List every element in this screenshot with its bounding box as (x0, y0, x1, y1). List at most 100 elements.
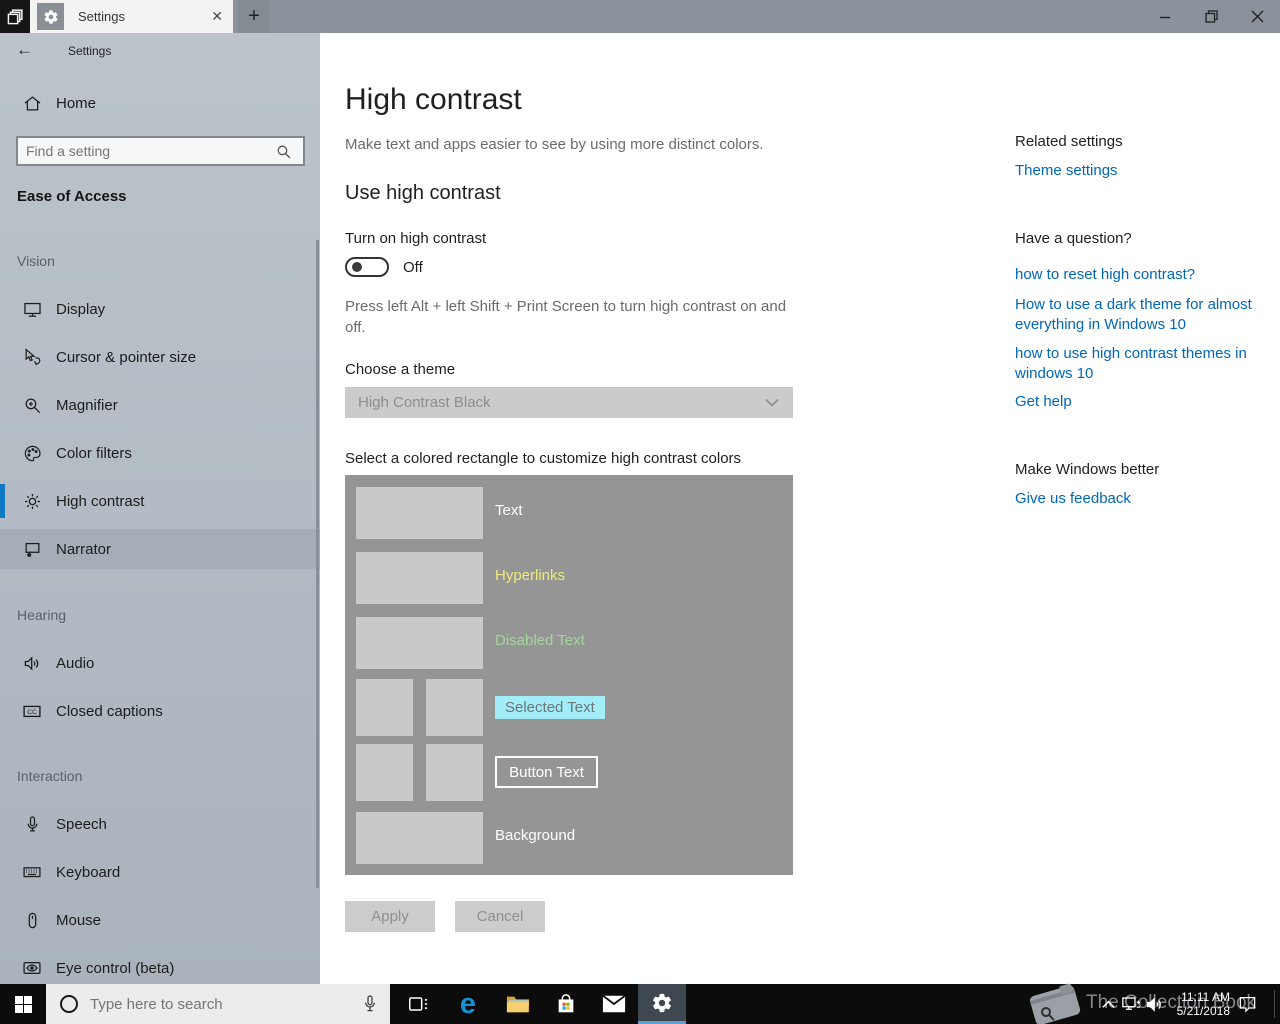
hyperlinks-color-swatch[interactable] (356, 552, 483, 604)
tab-overview-button[interactable] (0, 0, 30, 33)
magnifier-icon (22, 395, 42, 415)
new-tab-button[interactable]: + (238, 0, 270, 33)
taskbar-app-mail[interactable] (590, 984, 638, 1024)
task-view-icon (409, 997, 428, 1011)
hidden-icons-chevron[interactable] (1096, 984, 1120, 1024)
sidebar-item-speech[interactable]: Speech (0, 804, 320, 844)
restore-button[interactable] (1188, 0, 1234, 33)
theme-settings-link[interactable]: Theme settings (1015, 162, 1271, 182)
section-title: Use high contrast (345, 182, 501, 204)
sidebar-item-audio[interactable]: Audio (0, 643, 320, 683)
group-label-vision: Vision (17, 253, 55, 269)
settings-gear-icon (37, 3, 64, 30)
search-icon[interactable] (275, 143, 295, 160)
chevron-down-icon (765, 398, 779, 407)
search-input[interactable] (18, 143, 275, 159)
tab-settings[interactable]: Settings ✕ (30, 0, 233, 33)
button-text-bg-swatch[interactable] (426, 744, 483, 801)
taskbar-mic-icon[interactable] (362, 994, 378, 1014)
sidebar-item-magnifier[interactable]: Magnifier (0, 385, 320, 425)
sidebar-item-display[interactable]: Display (0, 289, 320, 329)
selected-text-bg-swatch[interactable] (426, 679, 483, 736)
find-setting-searchbox[interactable] (16, 136, 305, 166)
question-link-dark-theme[interactable]: How to use a dark theme for almost every… (1015, 295, 1271, 335)
sidebar-item-narrator[interactable]: Narrator (0, 529, 320, 569)
high-contrast-toggle-row: Off (345, 257, 423, 277)
question-link-hc-themes[interactable]: how to use high contrast themes in windo… (1015, 344, 1271, 384)
stacked-tabs-icon (7, 9, 23, 25)
group-label-hearing: Hearing (17, 607, 67, 623)
mouse-icon (22, 910, 42, 930)
taskbar-app-store[interactable] (542, 984, 590, 1024)
minimize-button[interactable] (1142, 0, 1188, 33)
keyboard-icon (22, 862, 42, 882)
restore-icon (1204, 10, 1218, 23)
watermark-book-icon (1024, 982, 1088, 1024)
back-arrow-icon[interactable]: ← (16, 40, 33, 60)
file-explorer-icon (506, 996, 530, 1013)
title-bar: Settings ✕ + (0, 0, 1280, 33)
network-icon[interactable] (1118, 984, 1144, 1024)
eye-control-icon (22, 958, 42, 978)
window-controls (1142, 0, 1280, 33)
sidebar-item-color-filters[interactable]: Color filters (0, 433, 320, 473)
mail-icon (602, 994, 626, 1013)
color-picker-caption: Select a colored rectangle to customize … (345, 450, 742, 467)
start-button[interactable] (0, 984, 46, 1024)
background-color-swatch[interactable] (356, 812, 483, 864)
sidebar-item-mouse[interactable]: Mouse (0, 900, 320, 940)
related-column: Related settings Theme settings Have a q… (1015, 133, 1271, 510)
display-icon (22, 299, 42, 319)
toggle-label: Turn on high contrast (345, 230, 487, 247)
text-color-swatch[interactable] (356, 487, 483, 539)
taskbar: The Collection Book e (0, 982, 1280, 1024)
selected-text-fg-swatch[interactable] (356, 679, 413, 736)
taskbar-clock[interactable]: 11:11 AM 5/21/2018 (1160, 984, 1230, 1024)
theme-dropdown-label: Choose a theme (345, 361, 456, 378)
minimize-icon (1160, 16, 1170, 18)
cancel-button[interactable]: Cancel (455, 901, 545, 932)
sidebar-item-cursor-pointer-size[interactable]: Cursor & pointer size (0, 337, 320, 377)
sidebar-section-title: Ease of Access (17, 188, 127, 205)
speaker-icon (22, 653, 42, 673)
high-contrast-toggle[interactable] (345, 257, 389, 277)
theme-dropdown[interactable]: High Contrast Black (345, 387, 793, 418)
page-subtitle: Make text and apps easier to see by usin… (345, 136, 764, 153)
get-help-link[interactable]: Get help (1015, 393, 1271, 413)
give-feedback-link[interactable]: Give us feedback (1015, 490, 1271, 510)
action-center-icon[interactable] (1232, 984, 1262, 1024)
task-view-button[interactable] (394, 984, 442, 1024)
apply-button[interactable]: Apply (345, 901, 435, 932)
tab-close-icon[interactable]: ✕ (211, 8, 223, 25)
high-contrast-page: High contrast Make text and apps easier … (320, 33, 1280, 984)
sidebar-item-home[interactable]: Home (0, 83, 320, 123)
sidebar-item-closed-captions[interactable]: CC Closed captions (0, 691, 320, 731)
cortana-icon[interactable] (60, 995, 78, 1013)
back-row: ← Settings (0, 39, 320, 65)
disabled-text-color-swatch[interactable] (356, 617, 483, 669)
close-button[interactable] (1234, 0, 1280, 33)
color-filters-icon (22, 443, 42, 463)
high-contrast-sun-icon (22, 491, 42, 511)
taskbar-app-edge[interactable]: e (444, 984, 492, 1024)
taskbar-search-input[interactable] (78, 995, 362, 1013)
panel-label-text: Text (495, 502, 523, 519)
question-link-reset[interactable]: how to reset high contrast? (1015, 266, 1271, 286)
taskbar-searchbox[interactable] (46, 984, 390, 1024)
sidebar-item-eye-control[interactable]: Eye control (beta) (0, 948, 320, 988)
sidebar-item-keyboard[interactable]: Keyboard (0, 852, 320, 892)
settings-sidebar: ← Settings Home Ease of Access Vision Di… (0, 33, 320, 984)
group-label-interaction: Interaction (17, 768, 83, 784)
cursor-pointer-icon (22, 347, 42, 367)
panel-label-button-text: Button Text (495, 756, 598, 788)
taskbar-app-settings[interactable] (638, 984, 686, 1024)
sidebar-item-high-contrast[interactable]: High contrast (0, 481, 320, 521)
sidebar-scrollbar[interactable] (316, 240, 319, 888)
windows-logo-icon (14, 995, 32, 1013)
taskbar-app-file-explorer[interactable] (494, 984, 542, 1024)
high-contrast-color-panel: Text Hyperlinks Disabled Text Selected T… (345, 475, 793, 875)
desktop: Settings ✕ + ← Settings Home Find a sett… (0, 0, 1280, 1024)
button-text-fg-swatch[interactable] (356, 744, 413, 801)
show-desktop-divider[interactable] (1274, 990, 1275, 1018)
toggle-state-label: Off (403, 258, 423, 276)
